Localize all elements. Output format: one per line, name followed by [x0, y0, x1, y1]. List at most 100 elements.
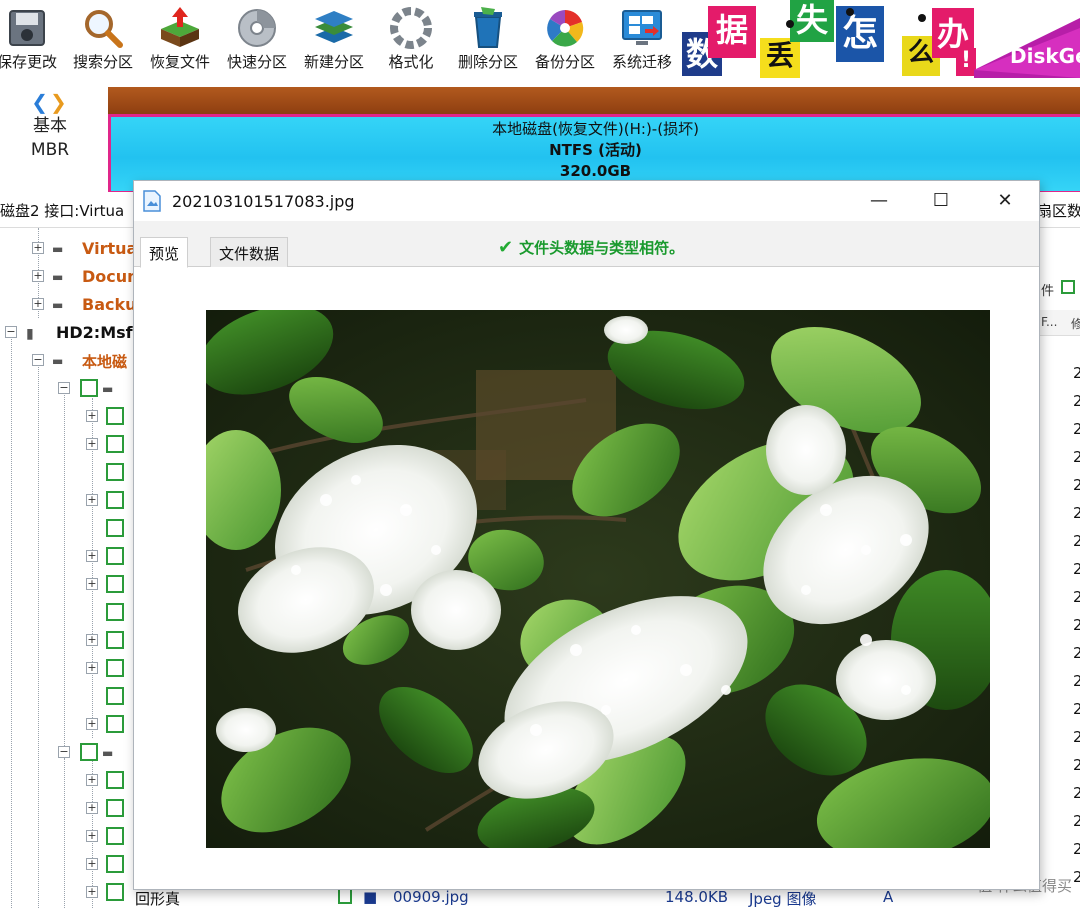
expand-icon[interactable]: +: [32, 270, 44, 282]
collapse-icon[interactable]: −: [58, 746, 70, 758]
expand-icon[interactable]: +: [86, 438, 98, 450]
file-list-cell: 2: [1073, 644, 1080, 662]
tree-folder[interactable]: [0, 600, 135, 626]
quick-partition-button[interactable]: 快速分区: [218, 0, 296, 80]
expand-icon[interactable]: +: [86, 802, 98, 814]
main-toolbar: 保存更改 搜索分区 恢复文件 快速分区 新建分区 格式化 删除分区 备份分区 系…: [0, 0, 1080, 80]
collapse-icon[interactable]: −: [58, 382, 70, 394]
tab-preview[interactable]: 预览: [140, 237, 189, 268]
file-checkbox[interactable]: [338, 888, 352, 904]
search-partition-button[interactable]: 搜索分区: [64, 0, 142, 80]
tree-item[interactable]: + ▬ Backu: [0, 292, 135, 318]
tree-item[interactable]: + ▬ Virtua: [0, 236, 135, 262]
recover-file-button[interactable]: 恢复文件: [141, 0, 219, 80]
folder-checkbox[interactable]: [106, 519, 124, 537]
folder-checkbox[interactable]: [106, 575, 124, 593]
expand-icon[interactable]: +: [86, 830, 98, 842]
minimize-button[interactable]: —: [856, 181, 902, 221]
tree-folder[interactable]: +: [0, 544, 135, 570]
tree-folder[interactable]: +: [0, 824, 135, 850]
collapse-icon[interactable]: −: [32, 354, 44, 366]
folder-checkbox[interactable]: [106, 491, 124, 509]
file-list-column-header[interactable]: F... 修: [1037, 310, 1080, 336]
backup-partition-button[interactable]: 备份分区: [526, 0, 604, 80]
disk-nav-arrows[interactable]: ❮❯: [0, 90, 100, 114]
tree-folder[interactable]: − ▬: [0, 376, 135, 402]
tree-item[interactable]: + ▬ Docum: [0, 264, 135, 290]
system-migrate-button[interactable]: 系统迁移: [603, 0, 681, 80]
file-list-cell: 2: [1073, 812, 1080, 830]
maximize-button[interactable]: ☐: [918, 181, 964, 221]
tree-folder[interactable]: [0, 684, 135, 710]
tree-item-label: HD2:Msf: [56, 323, 133, 342]
delete-partition-button[interactable]: 删除分区: [449, 0, 527, 80]
expand-icon[interactable]: +: [86, 858, 98, 870]
folder-checkbox[interactable]: [106, 407, 124, 425]
tree-item-partition[interactable]: − ▬ 本地磁: [0, 348, 135, 374]
select-all-checkbox[interactable]: [1061, 280, 1075, 294]
folder-checkbox[interactable]: [106, 771, 124, 789]
expand-icon[interactable]: +: [32, 298, 44, 310]
collapse-icon[interactable]: −: [5, 326, 17, 338]
file-list-cell: 2: [1073, 420, 1080, 438]
toolbar-button-label: 系统迁移: [611, 53, 672, 71]
tree-folder[interactable]: +: [0, 768, 135, 794]
expand-icon[interactable]: +: [86, 550, 98, 562]
tree-item-label: 回形真: [135, 890, 181, 908]
partition-title: 本地磁盘(恢复文件)(H:)-(损坏): [492, 120, 699, 138]
folder-checkbox[interactable]: [106, 547, 124, 565]
folder-checkbox[interactable]: [106, 799, 124, 817]
tree-folder[interactable]: [0, 516, 135, 542]
tree-folder[interactable]: +: [0, 852, 135, 878]
folder-checkbox[interactable]: [80, 379, 98, 397]
folder-checkbox[interactable]: [106, 715, 124, 733]
tree-folder[interactable]: +: [0, 796, 135, 822]
folder-checkbox[interactable]: [106, 603, 124, 621]
folder-checkbox[interactable]: [106, 659, 124, 677]
partition-icon: ▬: [52, 354, 64, 368]
quick-partition-icon: [238, 9, 276, 47]
promo-banner[interactable]: 数 据 丢 失 怎 么 办 ! DiskGe: [680, 0, 1080, 80]
expand-icon[interactable]: +: [86, 662, 98, 674]
tree-item-label: Virtua: [82, 239, 135, 258]
folder-checkbox[interactable]: [106, 883, 124, 901]
tree-item-disk[interactable]: − ▮ HD2:Msf: [0, 320, 135, 346]
folder-checkbox[interactable]: [106, 855, 124, 873]
expand-icon[interactable]: +: [86, 494, 98, 506]
right-arrow-icon[interactable]: ❯: [50, 90, 69, 114]
tree-folder[interactable]: +: [0, 712, 135, 738]
banner-char: 据: [708, 6, 756, 58]
tree-folder[interactable]: +: [0, 404, 135, 430]
save-changes-button[interactable]: 保存更改: [0, 0, 66, 80]
tree-folder[interactable]: +: [0, 488, 135, 514]
expand-icon[interactable]: +: [86, 718, 98, 730]
file-list-cell: 2: [1073, 784, 1080, 802]
new-partition-button[interactable]: 新建分区: [295, 0, 373, 80]
banner-char: 怎: [836, 6, 884, 62]
tree-folder[interactable]: +: [0, 432, 135, 458]
folder-checkbox[interactable]: [106, 827, 124, 845]
tree-folder[interactable]: [0, 460, 135, 486]
tree-folder[interactable]: +: [0, 572, 135, 598]
dialog-title-bar[interactable]: 202103101517083.jpg — ☐ ✕: [134, 181, 1039, 221]
expand-icon[interactable]: +: [86, 634, 98, 646]
folder-checkbox[interactable]: [106, 687, 124, 705]
tree-folder[interactable]: +: [0, 880, 135, 906]
expand-icon[interactable]: +: [86, 774, 98, 786]
expand-icon[interactable]: +: [86, 886, 98, 898]
folder-checkbox[interactable]: [106, 435, 124, 453]
expand-icon[interactable]: +: [32, 242, 44, 254]
folder-checkbox[interactable]: [106, 463, 124, 481]
format-button[interactable]: 格式化: [372, 0, 450, 80]
close-button[interactable]: ✕: [982, 181, 1028, 221]
folder-checkbox[interactable]: [80, 743, 98, 761]
tree-folder[interactable]: +: [0, 628, 135, 654]
expand-icon[interactable]: +: [86, 410, 98, 422]
folder-checkbox[interactable]: [106, 631, 124, 649]
tree-folder[interactable]: +: [0, 656, 135, 682]
file-list-cell: 2: [1073, 840, 1080, 858]
tab-file-data[interactable]: 文件数据: [210, 237, 289, 267]
expand-icon[interactable]: +: [86, 578, 98, 590]
left-arrow-icon[interactable]: ❮: [31, 90, 50, 114]
tree-folder[interactable]: − ▬: [0, 740, 135, 766]
